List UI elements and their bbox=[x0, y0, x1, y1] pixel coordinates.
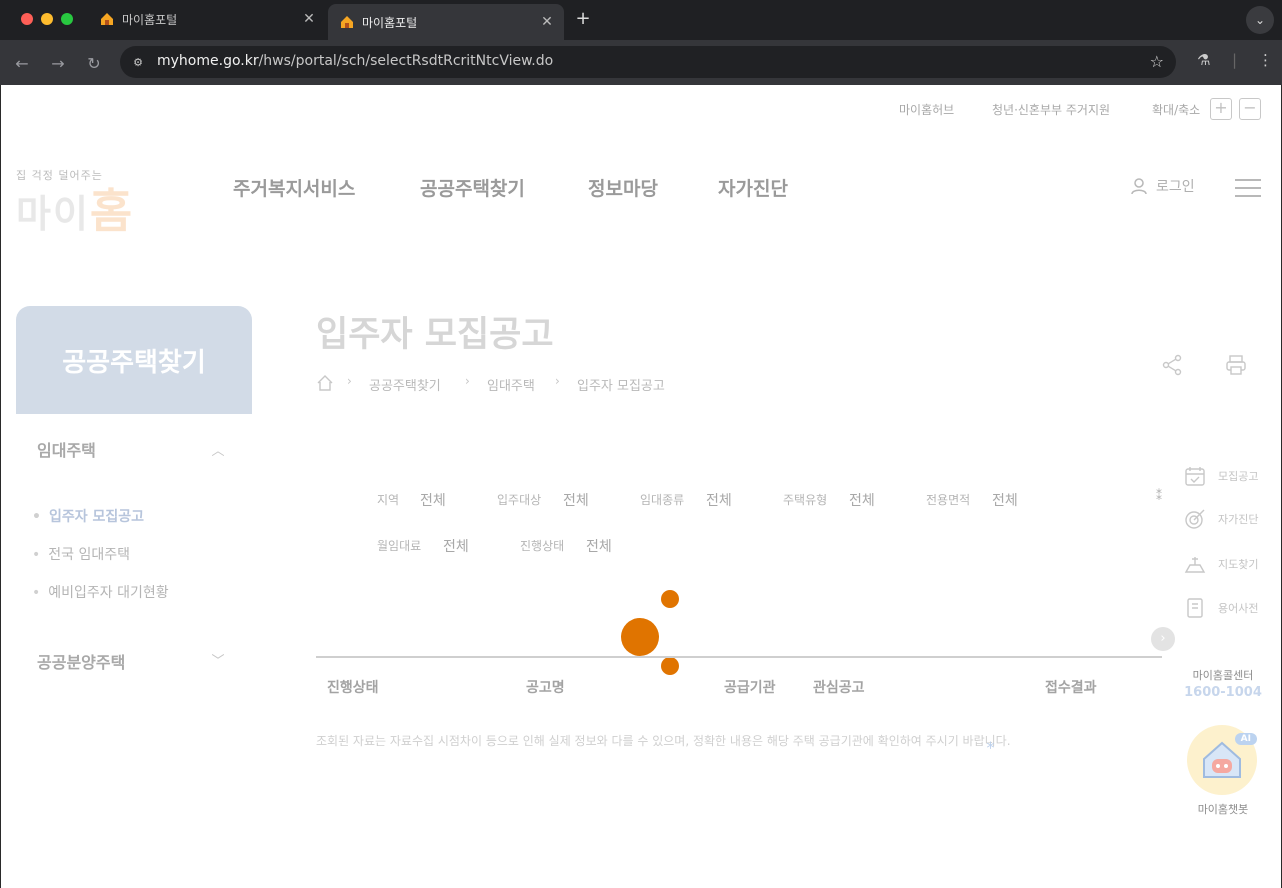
home-favicon-icon bbox=[101, 13, 113, 25]
zoom-out-button[interactable]: − bbox=[1239, 98, 1261, 120]
column-header-status: 진행상태 bbox=[327, 680, 379, 696]
data-notice: * 조회된 자료는 자료수집 시점차이 등으로 인해 실제 정보와 다를 수 있으… bbox=[316, 734, 1011, 757]
window-minimize-button[interactable] bbox=[41, 13, 53, 25]
chatbot-button[interactable]: AI bbox=[1187, 725, 1257, 795]
breadcrumb-item[interactable]: 임대주택 bbox=[487, 375, 535, 394]
filter-select-house-type[interactable]: 전체 bbox=[849, 490, 875, 510]
logo-wordmark: 마이홈 bbox=[16, 184, 135, 238]
column-header-interest: 관심공고 bbox=[813, 680, 865, 696]
browser-tab-1[interactable]: 마이홈포털 ✕ bbox=[88, 3, 326, 35]
login-button[interactable]: 로그인 bbox=[1130, 176, 1195, 196]
chevron-right-icon: › bbox=[555, 374, 560, 388]
filter-label-house-type: 주택유형 bbox=[783, 493, 828, 507]
toolbar-divider: | bbox=[1232, 51, 1238, 69]
filter-select-monthly-rent[interactable]: 전체 bbox=[443, 536, 469, 556]
browser-tab-2[interactable]: 마이홈포털 ✕ bbox=[328, 4, 564, 40]
browser-toolbar: ← → ↻ ⚙ myhome.go.kr/hws/portal/sch/sele… bbox=[0, 40, 1282, 85]
site-settings-icon[interactable]: ⚙ bbox=[130, 54, 146, 70]
forward-arrow-icon[interactable]: → bbox=[47, 52, 69, 74]
filter-label-monthly-rent: 월임대료 bbox=[377, 539, 422, 553]
lnb-item-recruit-notice[interactable]: • 입주자 모집공고 bbox=[32, 506, 144, 526]
column-header-result: 접수결과 bbox=[1045, 680, 1097, 696]
home-favicon-icon bbox=[341, 16, 353, 28]
print-icon[interactable] bbox=[1224, 353, 1248, 377]
gnb-info[interactable]: 정보마당 bbox=[588, 174, 658, 201]
filter-select-status[interactable]: 전체 bbox=[586, 536, 612, 556]
address-bar[interactable]: ⚙ myhome.go.kr/hws/portal/sch/selectRsdt… bbox=[120, 46, 1176, 78]
filter-select-area[interactable]: 전체 bbox=[992, 490, 1018, 510]
myhome-hub-link[interactable]: 마이홈허브 bbox=[899, 101, 954, 118]
chevron-down-icon[interactable]: ﹀ bbox=[210, 650, 226, 669]
ai-badge: AI bbox=[1234, 733, 1257, 745]
filter-select-rental-type[interactable]: 전체 bbox=[706, 490, 732, 510]
breadcrumb-current[interactable]: 입주자 모집공고 bbox=[577, 375, 665, 394]
youth-support-link[interactable]: 청년·신혼부부 주거지원 bbox=[992, 101, 1110, 118]
zoom-label: 확대/축소 bbox=[1152, 103, 1201, 117]
lnb-group-rental[interactable]: 임대주택 bbox=[37, 437, 96, 461]
chevron-up-icon[interactable]: ︿ bbox=[210, 440, 226, 459]
filter-select-region[interactable]: 전체 bbox=[420, 490, 446, 510]
chevron-right-icon: › bbox=[465, 374, 470, 388]
book-icon bbox=[1187, 598, 1203, 618]
scroll-next-button[interactable]: › bbox=[1151, 627, 1175, 651]
page-title: 입주자 모집공고 bbox=[316, 315, 554, 355]
reload-icon[interactable]: ↻ bbox=[83, 52, 105, 74]
tab-search-chevron-icon[interactable]: ⌄ bbox=[1246, 6, 1274, 34]
map-icon bbox=[1184, 557, 1206, 573]
labs-flask-icon[interactable]: ⚗ bbox=[1197, 51, 1210, 69]
gnb-self-diagnosis[interactable]: 자가진단 bbox=[718, 174, 788, 201]
share-icon[interactable] bbox=[1160, 353, 1184, 377]
filter-select-target[interactable]: 전체 bbox=[563, 490, 589, 510]
home-icon[interactable] bbox=[316, 374, 334, 392]
quick-recruit[interactable]: 모집공고 bbox=[1184, 465, 1258, 487]
window-maximize-button[interactable] bbox=[61, 13, 73, 25]
filter-label-rental-type: 임대종류 bbox=[640, 493, 685, 507]
browser-menu-icon[interactable]: ⋮ bbox=[1258, 51, 1273, 69]
browser-tab-bar: 마이홈포털 ✕ 마이홈포털 ✕ + ⌄ bbox=[0, 0, 1282, 40]
call-center-label: 마이홈콜센터 bbox=[1192, 669, 1254, 682]
lnb-title: 공공주택찾기 bbox=[16, 306, 252, 414]
user-icon bbox=[1131, 178, 1147, 195]
quick-self-diagnosis[interactable]: 자가진단 bbox=[1184, 508, 1258, 530]
table-top-border bbox=[316, 656, 1162, 658]
window-close-button[interactable] bbox=[21, 13, 33, 25]
target-icon bbox=[1185, 509, 1205, 529]
filter-label-target: 입주대상 bbox=[497, 493, 542, 507]
column-header-agency: 공급기관 bbox=[724, 680, 776, 696]
call-center-phone[interactable]: 1600-1004 bbox=[1181, 685, 1265, 700]
chevron-right-icon: › bbox=[347, 374, 352, 388]
calendar-check-icon bbox=[1185, 467, 1205, 486]
gnb-housing-welfare[interactable]: 주거복지서비스 bbox=[233, 174, 355, 201]
gnb-public-housing[interactable]: 공공주택찾기 bbox=[420, 174, 525, 201]
login-label: 로그인 bbox=[1156, 179, 1195, 195]
tab-close-icon[interactable]: ✕ bbox=[538, 14, 556, 30]
back-arrow-icon[interactable]: ← bbox=[11, 52, 33, 74]
quick-glossary[interactable]: 용어사전 bbox=[1184, 597, 1258, 619]
tab-close-icon[interactable]: ✕ bbox=[300, 11, 318, 27]
zoom-in-button[interactable]: + bbox=[1210, 98, 1232, 120]
lnb-item-national-rental[interactable]: • 전국 임대주택 bbox=[32, 544, 130, 564]
hamburger-menu-icon[interactable] bbox=[1235, 179, 1261, 197]
filter-label-area: 전용면적 bbox=[926, 493, 971, 507]
url-text[interactable]: myhome.go.kr/hws/portal/sch/selectRsdtRc… bbox=[157, 53, 553, 69]
tab-title: 마이홈포털 bbox=[122, 12, 178, 27]
filter-label-status: 진행상태 bbox=[520, 539, 565, 553]
new-tab-button[interactable]: + bbox=[572, 8, 594, 29]
tab-title: 마이홈포털 bbox=[362, 15, 418, 30]
column-header-title: 공고명 bbox=[526, 680, 565, 696]
lnb-item-waiting-status[interactable]: • 예비입주자 대기현황 bbox=[32, 582, 169, 602]
quick-map-search[interactable]: 지도찾기 bbox=[1184, 553, 1258, 575]
chatbot-label: 마이홈챗봇 bbox=[1197, 803, 1249, 816]
filter-label-region: 지역 bbox=[377, 493, 400, 507]
page-frame bbox=[0, 85, 1282, 888]
bookmark-star-icon[interactable]: ☆ bbox=[1150, 52, 1164, 71]
breadcrumb-item[interactable]: 공공주택찾기 bbox=[369, 375, 441, 394]
lnb-group-sale[interactable]: 공공분양주택 bbox=[37, 649, 125, 673]
quick-menu-partial-icon: ⁑ bbox=[1156, 489, 1162, 503]
